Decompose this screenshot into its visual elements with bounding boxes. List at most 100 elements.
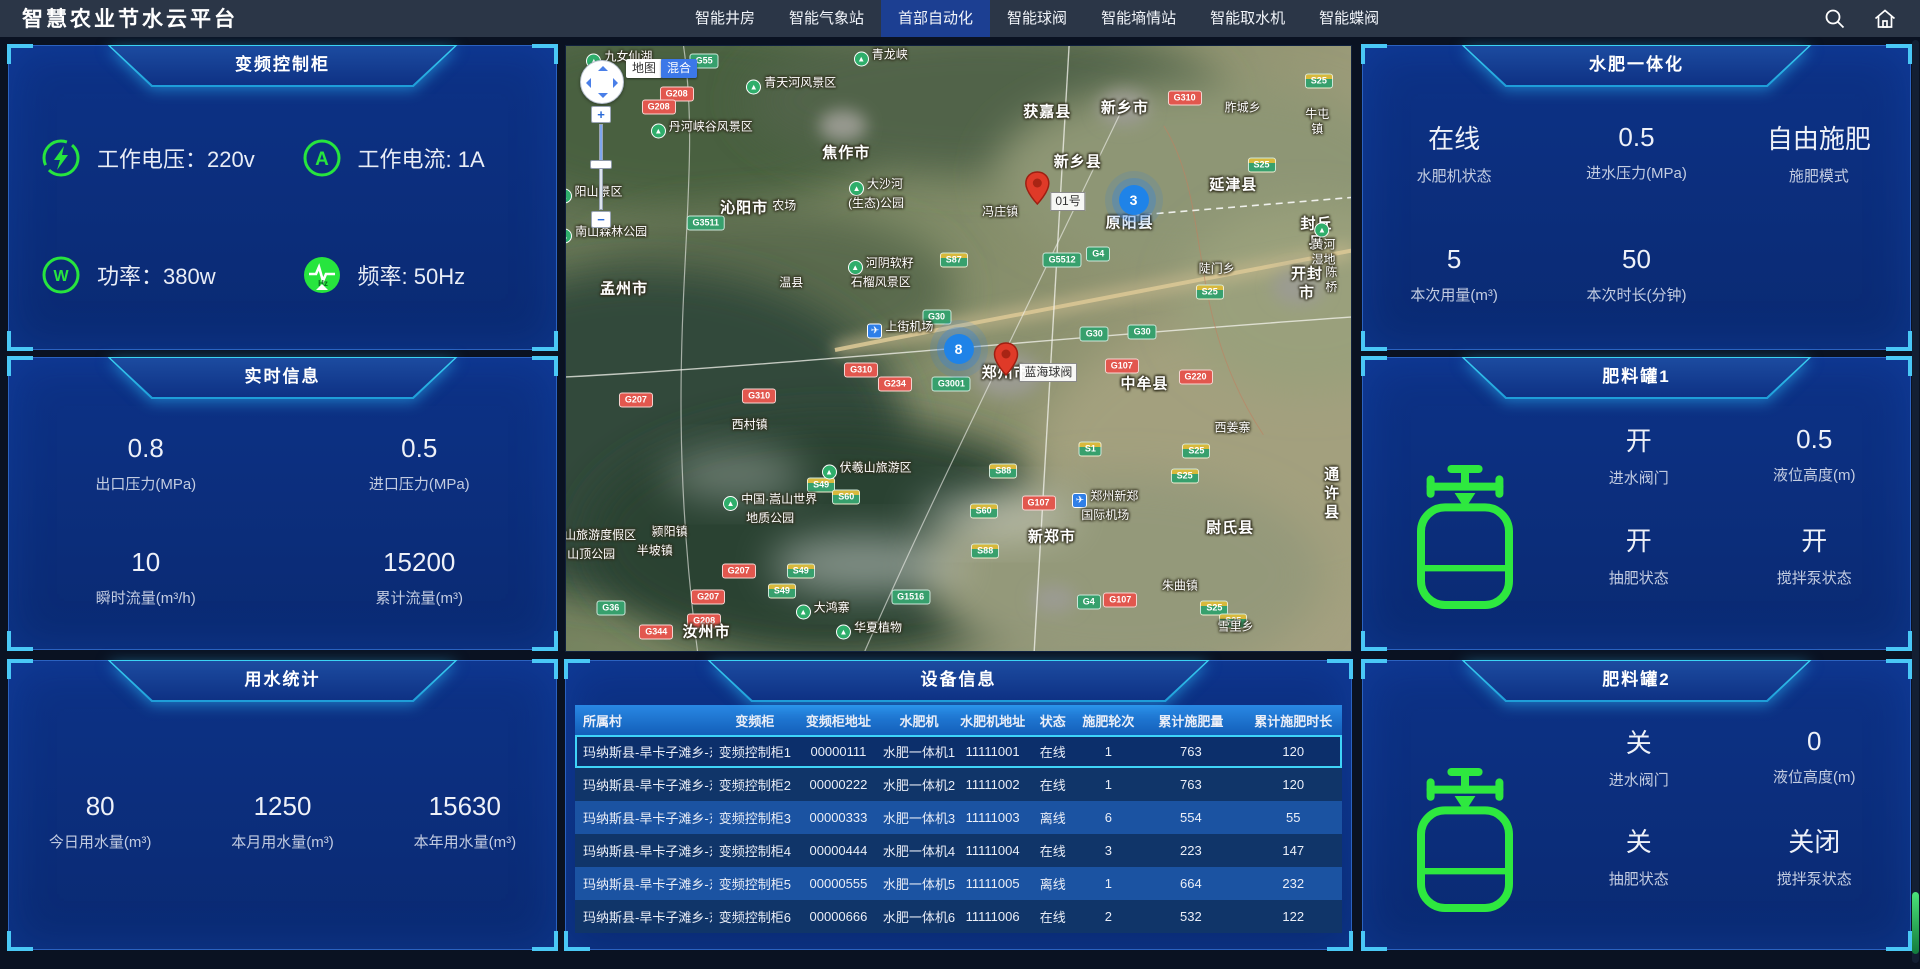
zoom-slider-thumb[interactable] xyxy=(590,160,612,169)
zoom-out-button[interactable]: − xyxy=(591,211,611,228)
map-cluster-marker[interactable]: 3 xyxy=(1119,185,1149,215)
table-row[interactable]: 玛纳斯县-旱卡子滩乡-东岸...变频控制柜100000111水肥一体机11111… xyxy=(575,735,1342,768)
table-cell: 玛纳斯县-旱卡子滩乡-东岸... xyxy=(575,841,712,860)
zoom-in-button[interactable]: + xyxy=(591,106,611,123)
fertigation-value: 自由施肥 xyxy=(1767,119,1871,156)
water-value: 1250 xyxy=(254,791,312,822)
column-header: 变频柜地址 xyxy=(798,711,879,730)
table-row[interactable]: 玛纳斯县-旱卡子滩乡-东岸...变频控制柜300000333水肥一体机31111… xyxy=(575,801,1342,834)
table-cell: 664 xyxy=(1137,876,1244,891)
table-cell: 水肥一体机2 xyxy=(879,775,960,794)
table-cell: 2 xyxy=(1080,909,1138,924)
pan-up-arrow[interactable] xyxy=(598,66,608,71)
table-cell: 147 xyxy=(1245,843,1342,858)
corner-bracket xyxy=(1361,659,1387,679)
water-value: 15630 xyxy=(429,791,501,822)
app-title: 智慧农业节水云平台 xyxy=(22,0,238,37)
realtime-value: 0.5 xyxy=(401,433,437,464)
map-pan-control[interactable] xyxy=(580,60,624,104)
search-icon[interactable] xyxy=(1822,6,1848,32)
panel-header: 肥料罐1 xyxy=(1461,357,1811,399)
tank2-value: 关 xyxy=(1626,822,1652,859)
nav-item-智能取水机[interactable]: 智能取水机 xyxy=(1193,0,1302,37)
nav-item-智能井房[interactable]: 智能井房 xyxy=(678,0,772,37)
tank2-value: 关 xyxy=(1626,723,1652,760)
table-cell: 00000555 xyxy=(798,876,879,891)
table-cell: 在线 xyxy=(1026,907,1080,926)
satellite-map[interactable]: 焦作市新乡市沁阳市孟州市郑州市开封市新郑市汝州市中牟县原阳县新乡县延津县封丘县尉… xyxy=(565,45,1352,652)
svg-text:A: A xyxy=(315,149,329,170)
tank1-stat: 开搅拌泵状态 xyxy=(1727,505,1903,606)
fertigation-label: 进水压力(MPa) xyxy=(1586,162,1687,183)
home-icon[interactable] xyxy=(1872,6,1898,32)
fertigation-stat: 自由施肥施肥模式 xyxy=(1728,92,1910,214)
nav-item-智能球阀[interactable]: 智能球阀 xyxy=(990,0,1084,37)
corner-bracket xyxy=(7,631,33,651)
table-cell: 1 xyxy=(1080,876,1138,891)
map-type-button-map[interactable]: 地图 xyxy=(626,59,662,78)
pan-left-arrow[interactable] xyxy=(586,78,591,88)
corner-bracket xyxy=(532,44,558,64)
realtime-label: 出口压力(MPa) xyxy=(95,473,196,494)
column-header: 累计施肥量 xyxy=(1137,711,1244,730)
map-type-button-hybrid[interactable]: 混合 xyxy=(661,59,697,78)
column-header: 累计施肥时长 xyxy=(1245,711,1342,730)
table-row[interactable]: 玛纳斯县-旱卡子滩乡-东岸...变频控制柜400000444水肥一体机41111… xyxy=(575,834,1342,867)
map-cluster-marker[interactable]: 8 xyxy=(944,334,974,364)
table-cell: 554 xyxy=(1137,810,1244,825)
device-table: 所属村变频柜变频柜地址水肥机水肥机地址状态施肥轮次累计施肥量累计施肥时长玛纳斯县… xyxy=(575,705,1342,933)
nav-item-智能气象站[interactable]: 智能气象站 xyxy=(772,0,881,37)
corner-bracket xyxy=(1361,931,1387,951)
nav-item-首部自动化[interactable]: 首部自动化 xyxy=(881,0,990,37)
table-cell: 11111004 xyxy=(959,843,1026,858)
map-pin-label: 蓝海球阀 xyxy=(1019,363,1077,382)
corner-bracket xyxy=(564,659,590,679)
fertigation-value: 0.5 xyxy=(1618,122,1654,153)
icon-ampere: A xyxy=(302,138,342,178)
realtime-stats: 0.8出口压力(MPa)0.5进口压力(MPa)10瞬时流量(m³/h)1520… xyxy=(9,406,556,635)
table-row[interactable]: 玛纳斯县-旱卡子滩乡-东岸...变频控制柜500000555水肥一体机51111… xyxy=(575,867,1342,900)
table-cell: 水肥一体机3 xyxy=(879,808,960,827)
converter-metric: W功率：380w xyxy=(27,217,216,334)
converter-metric-text: 工作电流: 1A xyxy=(358,142,485,174)
nav-item-智能蝶阀[interactable]: 智能蝶阀 xyxy=(1302,0,1396,37)
table-cell: 1 xyxy=(1080,744,1138,759)
fertigation-stat: 0.5 进水压力(MPa) xyxy=(1545,92,1727,214)
panel-fertilizer-tank-1: 肥料罐1 开进水阀门0.5液位高度(m)开抽肥状态开搅拌泵状态 xyxy=(1362,357,1911,650)
map-pin-marker[interactable]: 蓝海球阀 xyxy=(993,342,1077,382)
corner-bracket xyxy=(532,659,558,679)
table-cell: 11111006 xyxy=(959,909,1026,924)
tank2-stat: 关进水阀门 xyxy=(1551,707,1727,806)
fertilizer-tank-icon xyxy=(1389,739,1541,925)
corner-bracket xyxy=(1886,356,1912,376)
fertigation-stat: 在线水肥机状态 xyxy=(1363,92,1545,214)
realtime-label: 瞬时流量(m³/h) xyxy=(96,587,196,608)
corner-bracket xyxy=(7,659,33,679)
corner-bracket xyxy=(532,331,558,351)
fertigation-stat: 50本次时长(分钟) xyxy=(1545,214,1727,336)
panel-header: 用水统计 xyxy=(107,660,457,702)
map-pin-marker[interactable]: 01号 xyxy=(1024,171,1085,211)
realtime-stat: 0.5进口压力(MPa) xyxy=(283,406,557,521)
scrollbar-thumb[interactable] xyxy=(1912,892,1919,954)
tank1-label: 进水阀门 xyxy=(1609,467,1669,488)
converter-metric-text: 工作电压：220v xyxy=(97,142,255,174)
table-cell: 在线 xyxy=(1026,742,1080,761)
table-cell: 3 xyxy=(1080,843,1138,858)
table-row[interactable]: 玛纳斯县-旱卡子滩乡-东岸...变频控制柜200000222水肥一体机21111… xyxy=(575,768,1342,801)
panel-title: 肥料罐2 xyxy=(1461,660,1811,700)
tank1-label: 抽肥状态 xyxy=(1609,567,1669,588)
panel-header: 变频控制柜 xyxy=(107,45,457,87)
corner-bracket xyxy=(7,931,33,951)
converter-metric: Hz频率: 50Hz xyxy=(288,217,466,334)
tank1-label: 搅拌泵状态 xyxy=(1777,567,1852,588)
tank1-stat: 开抽肥状态 xyxy=(1551,505,1727,606)
table-row[interactable]: 玛纳斯县-旱卡子滩乡-东岸...变频控制柜600000666水肥一体机61111… xyxy=(575,900,1342,933)
column-header: 变频柜 xyxy=(712,711,799,730)
pan-down-arrow[interactable] xyxy=(598,93,608,98)
pan-right-arrow[interactable] xyxy=(613,78,618,88)
realtime-value: 10 xyxy=(131,547,160,578)
converter-metric: 工作电压：220v xyxy=(27,100,255,217)
table-cell: 763 xyxy=(1137,744,1244,759)
nav-item-智能墒情站[interactable]: 智能墒情站 xyxy=(1084,0,1193,37)
